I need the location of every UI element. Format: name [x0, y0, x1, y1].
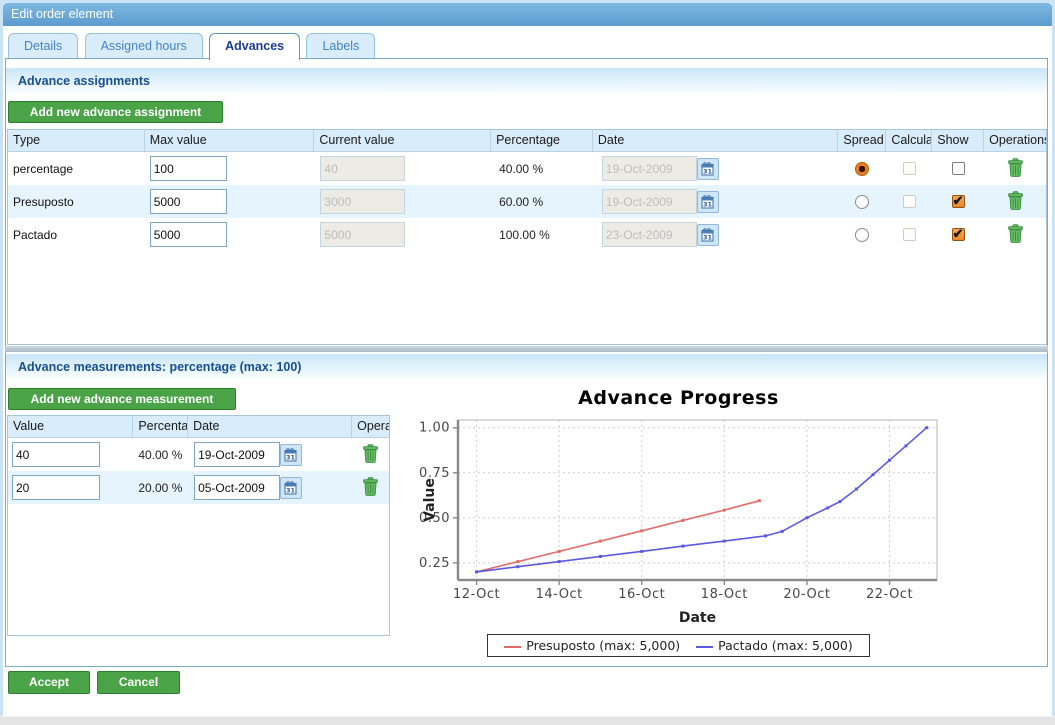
date-input	[602, 222, 697, 247]
spread-radio[interactable]	[855, 162, 869, 176]
measurement-row: 40.00 % 31	[8, 438, 389, 471]
calculated-checkbox	[903, 195, 916, 208]
max-value-input[interactable]	[150, 222, 227, 247]
measurement-percentage: 20.00 %	[133, 481, 188, 495]
measurements-table: Value Percentage Date Operations 40.00 %…	[7, 415, 390, 636]
show-checkbox[interactable]	[952, 162, 965, 175]
percentage-value: 100.00 %	[491, 228, 593, 242]
measurement-date-input[interactable]	[194, 475, 280, 500]
blue-line-swatch	[696, 646, 713, 648]
calculated-checkbox	[903, 228, 916, 241]
assignment-type: percentage	[8, 162, 145, 176]
svg-text:31: 31	[703, 168, 713, 176]
col-operations: Operations	[984, 130, 1046, 152]
measurement-value-input[interactable]	[12, 475, 100, 500]
current-value-input	[320, 156, 405, 181]
accept-button[interactable]: Accept	[8, 671, 90, 694]
col-spread: Spread	[838, 130, 886, 152]
svg-text:0.25: 0.25	[419, 556, 450, 571]
bottom-strip	[0, 716, 1055, 725]
svg-text:18-Oct: 18-Oct	[701, 587, 748, 602]
cancel-button[interactable]: Cancel	[97, 671, 180, 694]
assignment-row: percentage 40.00 % 31	[8, 152, 1046, 185]
date-input	[602, 156, 697, 181]
delete-icon[interactable]	[1007, 191, 1024, 213]
svg-text:14-Oct: 14-Oct	[536, 587, 583, 602]
calendar-icon[interactable]: 31	[280, 444, 302, 466]
legend-entry-presuposto: Presuposto (max: 5,000)	[504, 638, 680, 653]
svg-text:12-Oct: 12-Oct	[453, 587, 500, 602]
col-calculated: Calculated	[886, 130, 932, 152]
add-assignment-button[interactable]: Add new advance assignment	[8, 101, 223, 123]
svg-text:31: 31	[286, 454, 296, 462]
col-current-value: Current value	[314, 130, 491, 152]
calendar-icon[interactable]: 31	[697, 191, 719, 213]
current-value-input	[320, 189, 405, 214]
spread-radio[interactable]	[855, 195, 869, 209]
delete-icon[interactable]	[362, 444, 379, 466]
tab-advances[interactable]: Advances	[209, 33, 300, 60]
delete-icon[interactable]	[362, 477, 379, 499]
date-input	[602, 189, 697, 214]
percentage-value: 60.00 %	[491, 195, 593, 209]
svg-text:Value: Value	[422, 478, 438, 522]
assignments-table: Type Max value Current value Percentage …	[7, 129, 1047, 345]
svg-text:20-Oct: 20-Oct	[783, 587, 830, 602]
col-percentage: Percentage	[133, 416, 188, 438]
svg-text:31: 31	[703, 201, 713, 209]
advance-progress-chart: 0.250.500.751.0012-Oct14-Oct16-Oct18-Oct…	[400, 388, 957, 633]
tab-details[interactable]: Details	[8, 33, 78, 58]
svg-text:31: 31	[286, 487, 296, 495]
show-checkbox[interactable]	[952, 228, 965, 241]
current-value-input	[320, 222, 405, 247]
chart-legend: Presuposto (max: 5,000) Pactado (max: 5,…	[400, 634, 957, 657]
col-date: Date	[188, 416, 352, 438]
calculated-checkbox	[903, 162, 916, 175]
percentage-value: 40.00 %	[491, 162, 593, 176]
show-checkbox[interactable]	[952, 195, 965, 208]
assignment-type: Presuposto	[8, 195, 145, 209]
section-separator	[5, 346, 1048, 352]
tab-labels[interactable]: Labels	[306, 33, 375, 58]
measurement-value-input[interactable]	[12, 442, 100, 467]
assignments-table-header: Type Max value Current value Percentage …	[8, 130, 1046, 152]
assignment-row: Pactado 100.00 % 31	[8, 218, 1046, 251]
calendar-icon[interactable]: 31	[697, 158, 719, 180]
calendar-icon[interactable]: 31	[697, 224, 719, 246]
delete-icon[interactable]	[1007, 158, 1024, 180]
svg-text:22-Oct: 22-Oct	[866, 587, 913, 602]
measurement-date-input[interactable]	[194, 442, 280, 467]
svg-text:31: 31	[703, 234, 713, 242]
svg-text:1.00: 1.00	[419, 421, 450, 436]
col-operations: Operations	[352, 416, 389, 438]
svg-text:Date: Date	[679, 610, 716, 626]
max-value-input[interactable]	[150, 189, 227, 214]
measurement-percentage: 40.00 %	[133, 448, 188, 462]
calendar-icon[interactable]: 31	[280, 477, 302, 499]
col-date: Date	[593, 130, 839, 152]
add-measurement-button[interactable]: Add new advance measurement	[8, 388, 236, 410]
col-max-value: Max value	[145, 130, 315, 152]
col-value: Value	[8, 416, 133, 438]
svg-text:16-Oct: 16-Oct	[618, 587, 665, 602]
col-type: Type	[8, 130, 145, 152]
tab-bar: Details Assigned hours Advances Labels	[8, 33, 378, 59]
delete-icon[interactable]	[1007, 224, 1024, 246]
max-value-input[interactable]	[150, 156, 227, 181]
edit-order-element-window: Edit order element Details Assigned hour…	[0, 0, 1055, 725]
assignments-section-header: Advance assignments	[6, 68, 1047, 94]
tab-assigned-hours[interactable]: Assigned hours	[85, 33, 203, 58]
col-show: Show	[932, 130, 984, 152]
measurements-section-header: Advance measurements: percentage (max: 1…	[6, 354, 1047, 380]
spread-radio[interactable]	[855, 228, 869, 242]
assignment-row: Presuposto 60.00 % 31	[8, 185, 1046, 218]
window-title: Edit order element	[3, 3, 1052, 26]
measurement-row: 20.00 % 31	[8, 471, 389, 504]
legend-entry-pactado: Pactado (max: 5,000)	[696, 638, 853, 653]
assignment-type: Pactado	[8, 228, 145, 242]
red-line-swatch	[504, 646, 521, 648]
measurements-table-header: Value Percentage Date Operations	[8, 416, 389, 438]
col-percentage: Percentage	[491, 130, 593, 152]
